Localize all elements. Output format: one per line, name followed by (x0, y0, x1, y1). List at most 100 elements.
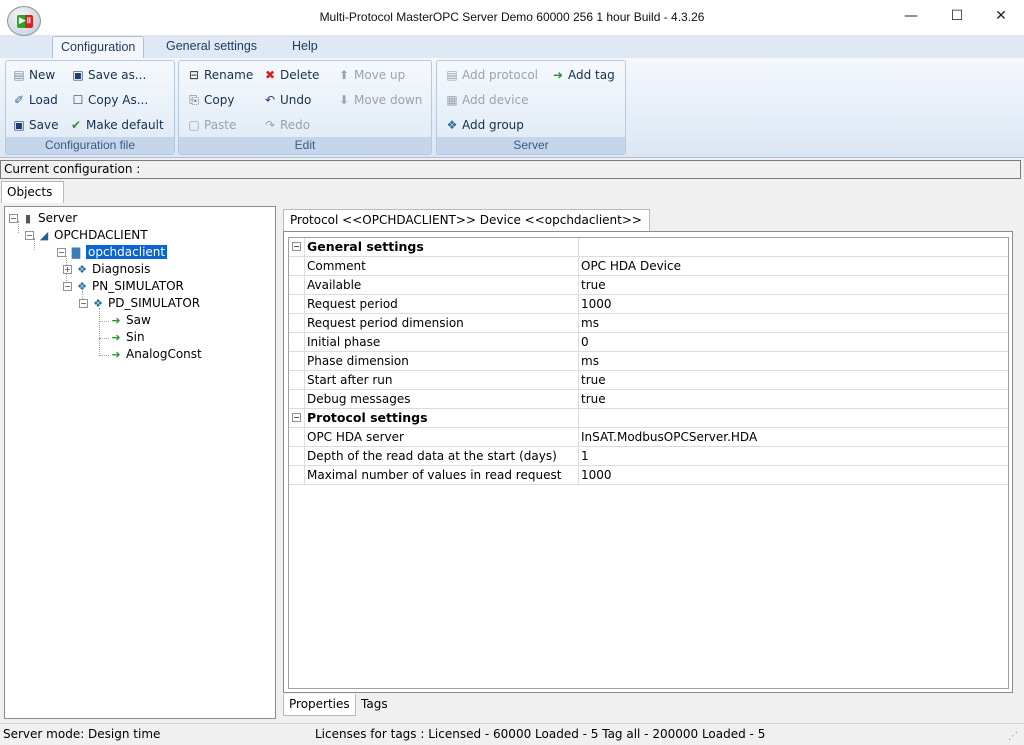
property-name: Initial phase (304, 333, 579, 351)
redo-icon: ↷ (264, 118, 276, 132)
add-group-button[interactable]: ❖ Add group (445, 115, 524, 135)
license-status: Licenses for tags : Licensed - 60000 Loa… (315, 727, 766, 741)
save-button[interactable]: ▣ Save (12, 115, 58, 135)
property-grid: − General settings Comment OPC HDA Device Av… (288, 237, 1009, 689)
paste-button[interactable]: ▢ Paste (187, 115, 236, 135)
tree-node-diagnosis[interactable]: + ❖ Diagnosis (63, 261, 150, 278)
property-value[interactable]: 1 (579, 447, 1008, 465)
resize-grip-icon[interactable]: ⋰ (1008, 726, 1018, 745)
category-collapse-toggle[interactable]: − (292, 413, 301, 422)
property-row[interactable]: Comment OPC HDA Device (289, 257, 1008, 276)
tree-connector (99, 321, 109, 322)
property-row[interactable]: Phase dimension ms (289, 352, 1008, 371)
delete-icon: ✖ (264, 68, 276, 82)
tree-node-tag-sin[interactable]: ➜ Sin (109, 329, 144, 346)
property-value[interactable]: true (579, 390, 1008, 408)
property-value[interactable]: ms (579, 314, 1008, 332)
property-value[interactable]: 1000 (579, 466, 1008, 484)
add-device-button[interactable]: ▦ Add device (445, 90, 528, 110)
collapse-toggle[interactable]: − (63, 282, 72, 291)
tree-node-pd-simulator[interactable]: − ❖ PD_SIMULATOR (79, 295, 200, 312)
load-button[interactable]: ✐ Load (12, 90, 58, 110)
property-value[interactable]: ms (579, 352, 1008, 370)
undo-button[interactable]: ↶ Undo (263, 90, 311, 110)
device-icon: ▇ (71, 246, 81, 259)
delete-button[interactable]: ✖ Delete (263, 65, 319, 85)
property-category-row[interactable]: − General settings (289, 238, 1008, 257)
copy-as-button[interactable]: ☐ Copy As... (71, 90, 149, 110)
protocol-icon: ◢ (39, 229, 49, 242)
close-button[interactable]: ✕ (978, 2, 1024, 30)
properties-panel: − General settings Comment OPC HDA Device Av… (283, 231, 1013, 693)
collapse-toggle[interactable]: − (79, 299, 88, 308)
add-tag-button[interactable]: ➜ Add tag (551, 65, 615, 85)
property-category-row[interactable]: − Protocol settings (289, 409, 1008, 428)
save-as-button[interactable]: ▣ Save as... (71, 65, 146, 85)
property-row[interactable]: Request period dimension ms (289, 314, 1008, 333)
property-row[interactable]: Depth of the read data at the start (day… (289, 447, 1008, 466)
property-row[interactable]: OPC HDA server InSAT.ModbusOPCServer.HDA (289, 428, 1008, 447)
maximize-button[interactable]: ☐ (934, 2, 980, 30)
group-icon: ❖ (77, 280, 87, 293)
tree-node-pn-simulator[interactable]: − ❖ PN_SIMULATOR (63, 278, 184, 295)
tree-connector (99, 308, 100, 356)
property-row[interactable]: Request period 1000 (289, 295, 1008, 314)
tab-general-settings[interactable]: General settings (158, 36, 265, 58)
tree-node-tag-saw[interactable]: ➜ Saw (109, 312, 150, 329)
property-value[interactable]: InSAT.ModbusOPCServer.HDA (579, 428, 1008, 446)
tab-tags[interactable]: Tags (356, 694, 393, 716)
group-label-configuration-file: Configuration file (6, 137, 174, 154)
property-name: Phase dimension (304, 352, 579, 370)
collapse-toggle[interactable]: − (57, 248, 66, 257)
property-row[interactable]: Maximal number of values in read request… (289, 466, 1008, 485)
property-value[interactable]: 1000 (579, 295, 1008, 313)
move-up-button[interactable]: ⬆ Move up (337, 65, 405, 85)
ribbon-tab-bar: Configuration General settings Help (0, 36, 1024, 58)
tab-device-properties[interactable]: Protocol <<OPCHDACLIENT>> Device <<opchd… (283, 209, 650, 232)
collapse-toggle[interactable]: − (9, 214, 18, 223)
category-collapse-toggle[interactable]: − (292, 242, 301, 251)
move-down-button[interactable]: ⬇ Move down (337, 90, 422, 110)
property-value[interactable]: OPC HDA Device (579, 257, 1008, 275)
rename-button[interactable]: ⊟ Rename (187, 65, 253, 85)
property-value[interactable]: true (579, 276, 1008, 294)
property-name: Comment (304, 257, 579, 275)
make-default-button[interactable]: ✔ Make default (69, 115, 164, 135)
arrow-down-icon: ⬇ (338, 93, 350, 107)
redo-button[interactable]: ↷ Redo (263, 115, 310, 135)
object-tree: − ▮ Server − ◢ OPCHDACLIENT − ▇ opchdaclient +… (4, 206, 276, 719)
property-row[interactable]: Initial phase 0 (289, 333, 1008, 352)
tree-node-device[interactable]: − ▇ opchdaclient (57, 244, 168, 261)
server-icon: ▮ (24, 212, 32, 225)
property-row[interactable]: Debug messages true (289, 390, 1008, 409)
copy-button[interactable]: ⎘ Copy (187, 90, 234, 110)
tree-node-tag-analogconst[interactable]: ➜ AnalogConst (109, 346, 201, 363)
property-row[interactable]: Available true (289, 276, 1008, 295)
expand-toggle[interactable]: + (63, 265, 72, 274)
load-icon: ✐ (13, 93, 25, 107)
server-mode-status: Server mode: Design time (3, 727, 161, 741)
group-configuration-file: ▤ New ▣ Save as... ✐ Load ☐ Copy As... ▣ Save… (5, 60, 175, 155)
property-row[interactable]: Start after run true (289, 371, 1008, 390)
tree-node-protocol[interactable]: − ◢ OPCHDACLIENT (25, 227, 148, 244)
property-name: Depth of the read data at the start (day… (304, 447, 579, 465)
tab-properties[interactable]: Properties (283, 694, 356, 716)
new-button[interactable]: ▤ New (12, 65, 55, 85)
window-title: Multi-Protocol MasterOPC Server Demo 600… (319, 10, 705, 24)
tab-help[interactable]: Help (284, 36, 326, 58)
group-label-server: Server (437, 137, 625, 154)
add-group-icon: ❖ (446, 118, 458, 132)
property-name: Maximal number of values in read request (304, 466, 579, 484)
tab-objects[interactable]: Objects (1, 181, 64, 203)
minimize-button[interactable]: — (888, 2, 934, 30)
tab-configuration[interactable]: Configuration (52, 36, 145, 58)
add-tag-icon: ➜ (552, 68, 564, 82)
save-icon: ▣ (13, 118, 25, 132)
property-value[interactable]: true (579, 371, 1008, 389)
copy-as-icon: ☐ (72, 93, 84, 107)
add-device-icon: ▦ (446, 93, 458, 107)
collapse-toggle[interactable]: − (25, 231, 34, 240)
property-value[interactable]: 0 (579, 333, 1008, 351)
add-protocol-button[interactable]: ▤ Add protocol (445, 65, 538, 85)
tree-node-server[interactable]: − ▮ Server (9, 210, 77, 227)
